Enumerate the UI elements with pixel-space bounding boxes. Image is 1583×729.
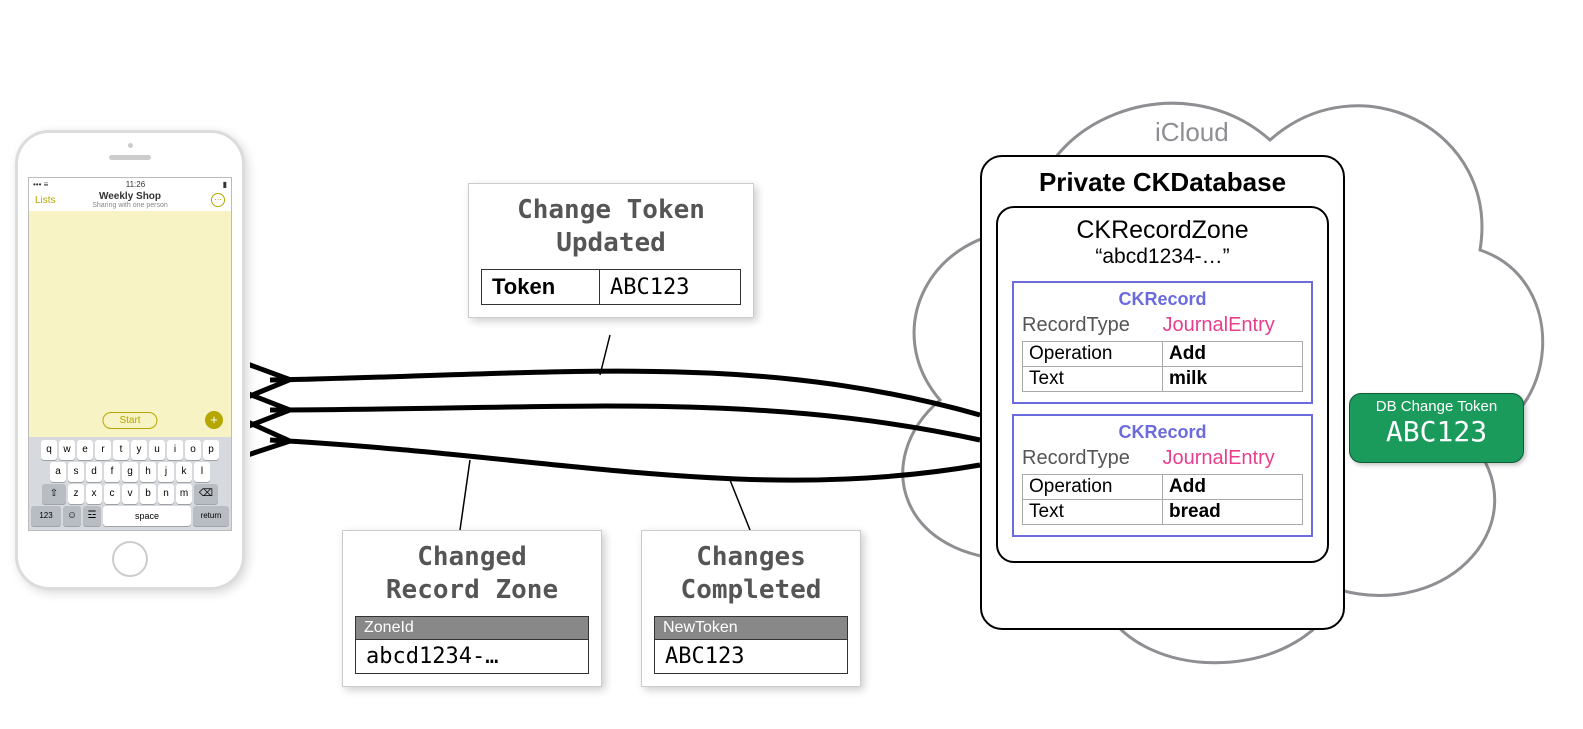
letter-key[interactable]: k <box>176 462 192 482</box>
card-title-line: Updated <box>556 228 666 258</box>
emoji-key[interactable]: ☺ <box>63 506 81 526</box>
field-key: Operation <box>1023 342 1163 367</box>
letter-key[interactable]: w <box>59 440 75 460</box>
letter-key[interactable]: a <box>50 462 66 482</box>
letter-key[interactable]: o <box>185 440 201 460</box>
ckrecord-title: CKRecord <box>1022 289 1303 310</box>
shift-key[interactable]: ⇧ <box>42 484 66 504</box>
note-area[interactable]: Start + <box>29 211 231 437</box>
field-value: Add <box>1163 475 1303 500</box>
letter-key[interactable]: z <box>68 484 84 504</box>
letter-key[interactable]: t <box>113 440 129 460</box>
kbd-row-1: qwertyuiop <box>31 440 229 460</box>
card-header: ZoneId <box>356 617 589 640</box>
card-value: ABC123 <box>600 270 741 305</box>
field-value: milk <box>1163 367 1303 392</box>
letter-key[interactable]: y <box>131 440 147 460</box>
ckrecord-title: CKRecord <box>1022 422 1303 443</box>
start-button[interactable]: Start <box>102 412 157 429</box>
token-badge-value: ABC123 <box>1350 415 1523 448</box>
home-button[interactable] <box>112 541 148 577</box>
letter-key[interactable]: c <box>104 484 120 504</box>
letter-key[interactable]: b <box>140 484 156 504</box>
card-title-line: Changes <box>696 542 806 572</box>
letter-key[interactable]: s <box>68 462 84 482</box>
letter-key[interactable]: n <box>158 484 174 504</box>
changed-record-zone-card: Changed Record Zone ZoneId abcd1234-… <box>342 530 602 687</box>
keyboard[interactable]: qwertyuiop asdfghjkl ⇧ zxcvbnm ⌫ 123 ☺ ☲… <box>29 437 231 530</box>
field-value: bread <box>1163 500 1303 525</box>
letter-key[interactable]: e <box>77 440 93 460</box>
letter-key[interactable]: p <box>203 440 219 460</box>
record-fields-table: Operation Add Text bread <box>1022 474 1303 525</box>
record-fields-table: Operation Add Text milk <box>1022 341 1303 392</box>
numbers-key[interactable]: 123 <box>31 506 61 526</box>
letter-key[interactable]: v <box>122 484 138 504</box>
cloud-label: iCloud <box>1155 117 1229 148</box>
letter-key[interactable]: g <box>122 462 138 482</box>
kbd-row-4: 123 ☺ ☲ space return <box>31 506 229 526</box>
camera-dot <box>128 143 133 148</box>
add-fab[interactable]: + <box>205 411 223 429</box>
iphone-mock: ••• ≡ 11:26 ▮ Lists Weekly Shop Sharing … <box>15 130 245 590</box>
letter-key[interactable]: r <box>95 440 111 460</box>
change-token-updated-card: Change Token Updated Token ABC123 <box>468 183 754 318</box>
letter-key[interactable]: u <box>149 440 165 460</box>
field-key: Text <box>1023 367 1163 392</box>
card-title-line: Change Token <box>517 195 705 225</box>
phone-screen: ••• ≡ 11:26 ▮ Lists Weekly Shop Sharing … <box>28 177 232 531</box>
card-value: abcd1234-… <box>356 640 589 674</box>
ckrecordzone-box: CKRecordZone “abcd1234-…” CKRecord Recor… <box>996 206 1329 563</box>
field-key: Text <box>1023 500 1163 525</box>
nav-bar: Lists Weekly Shop Sharing with one perso… <box>29 191 231 211</box>
ckrecord-box: CKRecord RecordType JournalEntry Operati… <box>1012 281 1313 404</box>
recordtype-value: JournalEntry <box>1163 447 1304 470</box>
db-change-token-badge: DB Change Token ABC123 <box>1349 393 1524 463</box>
letter-key[interactable]: i <box>167 440 183 460</box>
letter-key[interactable]: x <box>86 484 102 504</box>
recordtype-label: RecordType <box>1022 447 1163 470</box>
kbd-row-3: ⇧ zxcvbnm ⌫ <box>31 484 229 504</box>
kbd-row-2: asdfghjkl <box>31 462 229 482</box>
screen-title: Weekly Shop <box>29 191 231 202</box>
letter-key[interactable]: l <box>194 462 210 482</box>
field-key: Operation <box>1023 475 1163 500</box>
ckrecord-box: CKRecord RecordType JournalEntry Operati… <box>1012 414 1313 537</box>
card-header: NewToken <box>655 617 848 640</box>
status-time: 11:26 <box>126 180 145 189</box>
db-title: Private CKDatabase <box>982 167 1343 198</box>
letter-key[interactable]: f <box>104 462 120 482</box>
letter-key[interactable]: h <box>140 462 156 482</box>
private-ckdatabase-box: Private CKDatabase CKRecordZone “abcd123… <box>980 155 1345 630</box>
letter-key[interactable]: m <box>176 484 192 504</box>
zone-subtitle: “abcd1234-…” <box>1008 245 1317 269</box>
recordtype-value: JournalEntry <box>1163 314 1304 337</box>
card-title-line: Changed <box>417 542 527 572</box>
changes-completed-card: Changes Completed NewToken ABC123 <box>641 530 861 687</box>
return-key[interactable]: return <box>193 506 229 526</box>
speaker-slot <box>109 155 151 160</box>
recordtype-label: RecordType <box>1022 314 1163 337</box>
card-title-line: Completed <box>681 575 822 605</box>
letter-key[interactable]: j <box>158 462 174 482</box>
status-bar: ••• ≡ 11:26 ▮ <box>29 178 231 191</box>
mic-key[interactable]: ☲ <box>83 506 101 526</box>
card-title-line: Record Zone <box>386 575 558 605</box>
letter-key[interactable]: d <box>86 462 102 482</box>
card-value: ABC123 <box>655 640 848 674</box>
screen-subtitle: Sharing with one person <box>29 202 231 209</box>
status-right: ▮ <box>223 180 227 189</box>
field-value: Add <box>1163 342 1303 367</box>
zone-title: CKRecordZone <box>1008 216 1317 245</box>
card-key: Token <box>482 270 600 305</box>
token-badge-label: DB Change Token <box>1350 398 1523 415</box>
space-key[interactable]: space <box>103 506 191 526</box>
status-left: ••• ≡ <box>33 180 48 189</box>
letter-key[interactable]: q <box>41 440 57 460</box>
delete-key[interactable]: ⌫ <box>194 484 218 504</box>
